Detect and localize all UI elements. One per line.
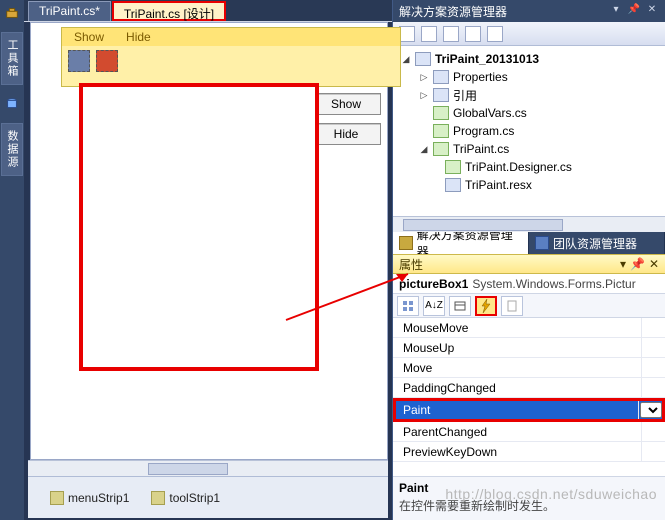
- refresh-icon[interactable]: [443, 26, 459, 42]
- property-description: Paint 在控件需要重新绘制时发生。: [393, 476, 665, 520]
- cs-form-icon: [433, 142, 449, 156]
- tree-h-scrollbar[interactable]: [393, 216, 665, 232]
- top-label-show: Show: [74, 30, 104, 44]
- tree-designer-cs[interactable]: TriPaint.Designer.cs: [397, 158, 665, 176]
- toolbox-tab[interactable]: 工具箱: [1, 32, 23, 85]
- tree-properties[interactable]: ▷Properties: [397, 68, 665, 86]
- dropdown-icon[interactable]: ▾: [609, 4, 623, 18]
- expander-icon[interactable]: ◢: [401, 54, 411, 64]
- menustrip-icon: [50, 491, 64, 505]
- dropdown-icon[interactable]: ▾: [620, 257, 626, 271]
- designer-surface: Show Hide Show Hide menuStrip1 toolS: [24, 22, 392, 520]
- thumb-2: [96, 50, 118, 72]
- properties-panel: 属性 ▾ 📌 ✕ pictureBox1System.Windows.Forms.P…: [393, 254, 665, 520]
- toolbox-icon: [5, 6, 19, 20]
- tree-references[interactable]: ▷引用: [397, 86, 665, 104]
- viewcode-icon[interactable]: [465, 26, 481, 42]
- close-icon[interactable]: ✕: [645, 4, 659, 18]
- tree-program[interactable]: Program.cs: [397, 122, 665, 140]
- pin-icon[interactable]: 📌: [630, 257, 645, 271]
- expander-icon[interactable]: ▷: [419, 72, 429, 82]
- project-icon: [415, 52, 431, 66]
- tree-globalvars[interactable]: GlobalVars.cs: [397, 104, 665, 122]
- event-row[interactable]: Move: [393, 358, 665, 378]
- tab-solution-explorer[interactable]: 解决方案资源管理器: [393, 232, 529, 254]
- showall-icon[interactable]: [421, 26, 437, 42]
- top-label-hide: Hide: [126, 30, 151, 44]
- form-top-bar: Show Hide: [62, 28, 400, 46]
- tab-code[interactable]: TriPaint.cs*: [28, 1, 111, 21]
- tray-menustrip[interactable]: menuStrip1: [50, 491, 129, 505]
- event-handler-dropdown[interactable]: [640, 402, 662, 418]
- btn-hide[interactable]: Hide: [311, 123, 381, 145]
- datasource-tab[interactable]: 数据源: [1, 123, 23, 176]
- event-row[interactable]: PaddingChanged: [393, 378, 665, 398]
- references-icon: [433, 88, 449, 102]
- properties-object-selector[interactable]: pictureBox1System.Windows.Forms.Pictur: [393, 274, 665, 294]
- event-row[interactable]: MouseUp: [393, 338, 665, 358]
- close-icon[interactable]: ✕: [649, 257, 659, 271]
- solution-tree[interactable]: ◢TriPaint_20131013 ▷Properties ▷引用 Globa…: [393, 46, 665, 216]
- tree-resx[interactable]: TriPaint.resx: [397, 176, 665, 194]
- solution-toolbar: [393, 22, 665, 46]
- event-row[interactable]: ParentChanged: [393, 422, 665, 442]
- event-row[interactable]: PreviewKeyDown: [393, 442, 665, 462]
- solution-explorer-header: 解决方案资源管理器 ▾ 📌 ✕: [393, 0, 665, 22]
- desc-body: 在控件需要重新绘制时发生。: [399, 497, 659, 514]
- tab-designer[interactable]: TriPaint.cs [设计]: [112, 1, 226, 21]
- tree-project[interactable]: ◢TriPaint_20131013: [397, 50, 665, 68]
- designer-canvas[interactable]: Show Hide Show Hide: [30, 22, 388, 460]
- datasource-icon: [5, 97, 19, 111]
- right-dock: 解决方案资源管理器 ▾ 📌 ✕ ◢TriPaint_20131013 ▷Proper…: [392, 0, 665, 520]
- properties-header: 属性 ▾ 📌 ✕: [393, 254, 665, 274]
- solution-explorer-title: 解决方案资源管理器: [399, 3, 507, 20]
- component-tray: menuStrip1 toolStrip1: [28, 476, 388, 518]
- btn-show[interactable]: Show: [311, 93, 381, 115]
- resx-file-icon: [445, 178, 461, 192]
- properties-toolbar: A↓Z: [393, 294, 665, 318]
- expander-icon[interactable]: ▷: [419, 90, 429, 100]
- side-tool-rail: 工具箱 数据源: [0, 0, 24, 520]
- event-row[interactable]: MouseMove: [393, 318, 665, 338]
- h-scrollbar[interactable]: [28, 460, 388, 476]
- tree-tripaint[interactable]: ◢TriPaint.cs: [397, 140, 665, 158]
- toolstrip-icon: [151, 491, 165, 505]
- desc-title: Paint: [399, 481, 659, 495]
- properties-title: 属性: [399, 256, 423, 273]
- properties-icon[interactable]: [399, 26, 415, 42]
- picturebox-highlight[interactable]: [79, 83, 319, 371]
- categorized-button[interactable]: [397, 296, 419, 316]
- explorer-bottom-tabs: 解决方案资源管理器 团队资源管理器: [393, 232, 665, 254]
- events-button[interactable]: [475, 296, 497, 316]
- editor-area: TriPaint.cs* TriPaint.cs [设计] Show Hide …: [24, 0, 392, 520]
- alphabetical-button[interactable]: A↓Z: [423, 296, 445, 316]
- thumb-1: [68, 50, 90, 72]
- properties-view-button[interactable]: [449, 296, 471, 316]
- cs-file-icon: [445, 160, 461, 174]
- pin-icon[interactable]: 📌: [627, 4, 641, 18]
- tray-toolstrip[interactable]: toolStrip1: [151, 491, 220, 505]
- solution-explorer-icon: [399, 236, 413, 250]
- events-grid[interactable]: MouseMove MouseUp Move PaddingChanged Pa…: [393, 318, 665, 476]
- document-tabs: TriPaint.cs* TriPaint.cs [设计]: [24, 0, 392, 22]
- event-row-selected[interactable]: Paint: [393, 398, 665, 422]
- property-pages-button[interactable]: [501, 296, 523, 316]
- viewdesigner-icon[interactable]: [487, 26, 503, 42]
- tab-team-explorer[interactable]: 团队资源管理器: [529, 232, 665, 254]
- team-explorer-icon: [535, 236, 549, 250]
- cs-file-icon: [433, 124, 449, 138]
- folder-icon: [433, 70, 449, 84]
- expander-icon[interactable]: ◢: [419, 144, 429, 154]
- cs-file-icon: [433, 106, 449, 120]
- form-yellow-strip: Show Hide: [61, 27, 401, 87]
